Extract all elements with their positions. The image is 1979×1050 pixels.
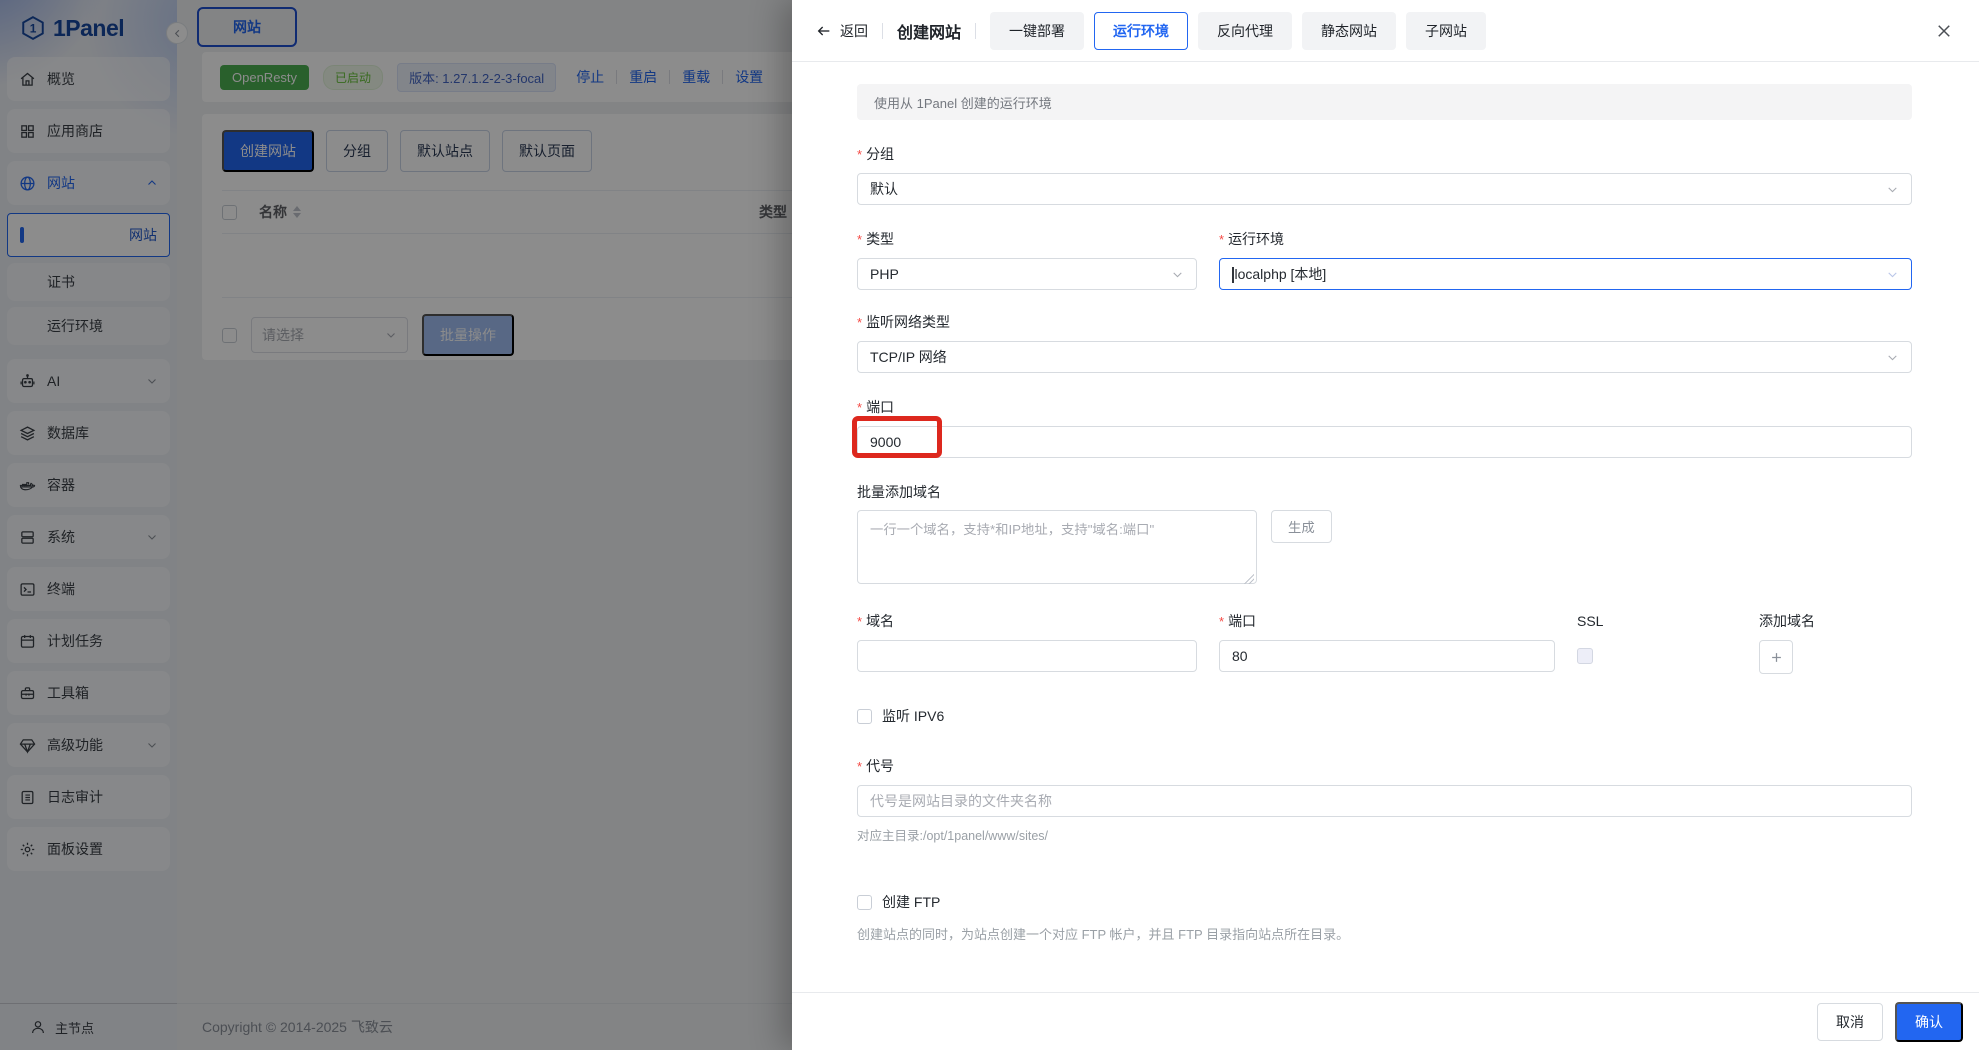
port-input[interactable] [857, 426, 1912, 458]
tab-static-website[interactable]: 静态网站 [1302, 12, 1396, 50]
create-ftp-label: 创建 FTP [882, 892, 940, 912]
group-select[interactable]: 默认 [857, 173, 1912, 205]
divider [882, 23, 883, 39]
code-label: 代号 [857, 756, 1912, 777]
chevron-down-icon [1171, 268, 1184, 281]
add-domain-button[interactable] [1759, 640, 1793, 674]
drawer-footer: 取消 确认 [792, 992, 1979, 1050]
type-select[interactable]: PHP [857, 258, 1197, 290]
network-type-label: 监听网络类型 [857, 312, 1912, 333]
ftp-helper-text: 创建站点的同时，为站点创建一个对应 FTP 帐户，并且 FTP 目录指向站点所在… [857, 924, 1912, 943]
cancel-button[interactable]: 取消 [1817, 1003, 1883, 1041]
tab-reverse-proxy[interactable]: 反向代理 [1198, 12, 1292, 50]
tab-subsite[interactable]: 子网站 [1406, 12, 1486, 50]
confirm-button[interactable]: 确认 [1895, 1002, 1963, 1042]
ipv6-checkbox[interactable] [857, 709, 872, 724]
runtime-banner: 使用从 1Panel 创建的运行环境 [857, 84, 1912, 120]
domain-port-label: 端口 [1219, 611, 1555, 632]
generate-button[interactable]: 生成 [1271, 510, 1332, 543]
chevron-down-icon [1886, 268, 1899, 281]
group-label: 分组 [857, 144, 1912, 165]
create-website-drawer: 返回 创建网站 一键部署 运行环境 反向代理 静态网站 子网站 使用从 1Pan… [792, 0, 1979, 1050]
arrow-left-icon [816, 23, 832, 39]
drawer-title: 创建网站 [897, 19, 961, 43]
runtime-select[interactable]: localphp [本地] [1219, 258, 1912, 290]
network-type-select[interactable]: TCP/IP 网络 [857, 341, 1912, 373]
tab-runtime[interactable]: 运行环境 [1094, 12, 1188, 50]
chevron-down-icon [1886, 351, 1899, 364]
close-icon [1935, 22, 1953, 40]
ssl-checkbox[interactable] [1577, 648, 1593, 664]
ssl-label: SSL [1577, 611, 1737, 632]
tab-one-click-deploy[interactable]: 一键部署 [990, 12, 1084, 50]
ipv6-label: 监听 IPV6 [882, 706, 944, 726]
domain-input[interactable] [857, 640, 1197, 672]
close-button[interactable] [1935, 22, 1953, 40]
drawer-mask[interactable] [0, 0, 792, 1050]
plus-icon [1769, 650, 1784, 665]
drawer-tabs: 一键部署 运行环境 反向代理 静态网站 子网站 [990, 12, 1486, 50]
text-caret [1232, 267, 1234, 283]
runtime-label: 运行环境 [1219, 229, 1912, 250]
batch-domain-label: 批量添加域名 [857, 482, 1912, 502]
drawer-header: 返回 创建网站 一键部署 运行环境 反向代理 静态网站 子网站 [792, 0, 1979, 62]
back-button[interactable]: 返回 [816, 21, 868, 41]
code-helper-text: 对应主目录:/opt/1panel/www/sites/ [857, 825, 1912, 844]
domain-port-input[interactable] [1219, 640, 1555, 672]
create-ftp-checkbox[interactable] [857, 895, 872, 910]
divider [975, 23, 976, 39]
batch-domain-textarea[interactable] [857, 510, 1257, 584]
domain-label: 域名 [857, 611, 1197, 632]
drawer-body: 使用从 1Panel 创建的运行环境 分组 默认 类型 PHP 运行环境 loc… [792, 62, 1979, 1011]
add-domain-label: 添加域名 [1759, 611, 1912, 632]
code-input[interactable] [857, 785, 1912, 817]
chevron-down-icon [1886, 183, 1899, 196]
resize-handle[interactable] [1244, 574, 1254, 584]
port-label: 端口 [857, 397, 1912, 418]
type-label: 类型 [857, 229, 1197, 250]
